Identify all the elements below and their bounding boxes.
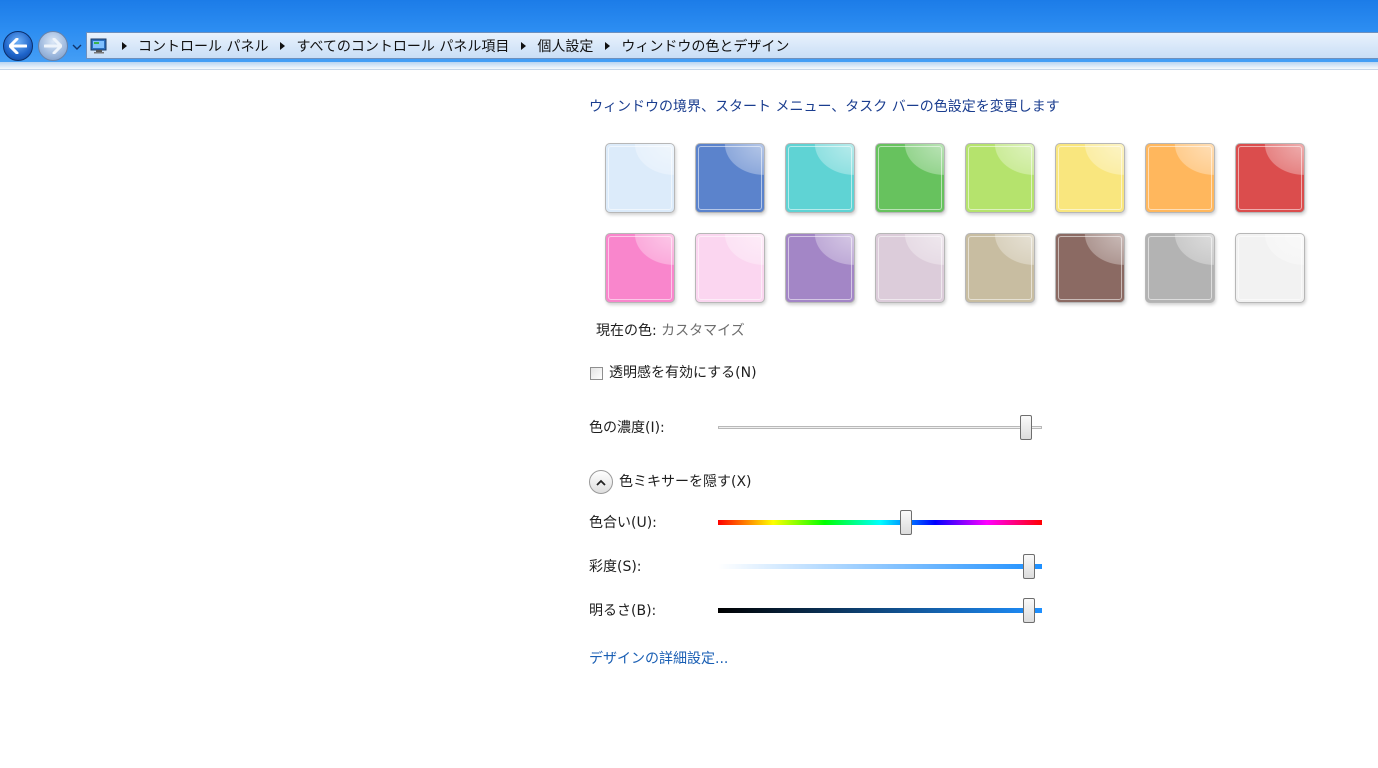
swatch-rim <box>608 146 672 210</box>
breadcrumb-item[interactable]: ウィンドウの色とデザイン <box>593 36 789 56</box>
current-color-value: カスタマイズ <box>661 323 745 339</box>
control-panel-icon <box>90 37 110 55</box>
breadcrumb-item[interactable]: すべてのコントロール パネル項目 <box>268 36 509 56</box>
swatch-rim <box>1238 146 1302 210</box>
chevron-down-icon <box>72 44 82 50</box>
forward-arrow-icon <box>44 38 62 54</box>
swatch-rim <box>878 236 942 300</box>
color-swatch[interactable] <box>785 233 855 303</box>
swatch-rim <box>968 146 1032 210</box>
advanced-appearance-link[interactable]: デザインの詳細設定... <box>589 648 728 668</box>
color-swatch[interactable] <box>1235 233 1305 303</box>
color-swatch[interactable] <box>1055 143 1125 213</box>
swatch-rim <box>698 146 762 210</box>
swatch-rim <box>1148 146 1212 210</box>
breadcrumb-label[interactable]: すべてのコントロール パネル項目 <box>296 36 509 56</box>
current-color-label: 現在の色: <box>596 323 657 339</box>
toolbar-divider <box>0 69 1378 70</box>
swatch-rim <box>878 146 942 210</box>
color-swatch[interactable] <box>875 233 945 303</box>
breadcrumb-label[interactable]: 個人設定 <box>537 36 593 56</box>
color-swatch[interactable] <box>695 143 765 213</box>
breadcrumb-arrow-icon[interactable] <box>521 41 527 50</box>
hue-slider-thumb[interactable] <box>900 510 912 535</box>
swatch-rim <box>1058 236 1122 300</box>
color-mixer-toggle-label[interactable]: 色ミキサーを隠す(X) <box>619 471 752 491</box>
swatch-rim <box>968 236 1032 300</box>
address-bar[interactable]: コントロール パネル すべてのコントロール パネル項目 個人設定 ウィンドウの色… <box>86 32 1378 59</box>
back-arrow-icon <box>9 38 27 54</box>
color-swatch[interactable] <box>1235 143 1305 213</box>
swatch-rim <box>788 146 852 210</box>
swatch-rim <box>788 236 852 300</box>
swatch-rim <box>608 236 672 300</box>
color-swatch[interactable] <box>785 143 855 213</box>
swatch-rim <box>1058 146 1122 210</box>
breadcrumb-item[interactable]: 個人設定 <box>509 36 593 56</box>
intensity-slider-thumb[interactable] <box>1020 415 1032 440</box>
recent-pages-button[interactable] <box>70 40 84 54</box>
color-mixer-toggle-button[interactable] <box>589 470 613 494</box>
swatch-rim <box>698 236 762 300</box>
color-swatch[interactable] <box>605 143 675 213</box>
swatch-rim <box>1238 236 1302 300</box>
transparency-label[interactable]: 透明感を有効にする(N) <box>609 362 757 382</box>
color-swatch[interactable] <box>695 233 765 303</box>
saturation-label: 彩度(S): <box>589 559 642 575</box>
saturation-slider-track[interactable] <box>718 564 1042 569</box>
breadcrumb-item[interactable]: コントロール パネル <box>110 36 268 56</box>
transparency-checkbox[interactable] <box>590 367 603 380</box>
color-swatch[interactable] <box>1145 233 1215 303</box>
color-swatch[interactable] <box>605 233 675 303</box>
chevron-up-icon <box>596 479 606 486</box>
hue-slider-track[interactable] <box>718 520 1042 525</box>
page-heading: ウィンドウの境界、スタート メニュー、タスク バーの色設定を変更します <box>589 99 1060 115</box>
color-swatch[interactable] <box>875 143 945 213</box>
intensity-slider-track[interactable] <box>718 426 1042 429</box>
forward-button[interactable] <box>38 31 68 61</box>
current-color-text: 現在の色: カスタマイズ <box>596 320 745 340</box>
breadcrumb-arrow-icon[interactable] <box>122 41 127 50</box>
breadcrumb-arrow-icon[interactable] <box>280 41 286 50</box>
breadcrumb-label[interactable]: コントロール パネル <box>138 36 268 56</box>
brightness-slider-thumb[interactable] <box>1023 598 1035 623</box>
color-swatch[interactable] <box>965 143 1035 213</box>
swatch-rim <box>1148 236 1212 300</box>
brightness-label: 明るさ(B): <box>589 603 657 619</box>
breadcrumb-arrow-icon[interactable] <box>605 41 611 50</box>
color-swatch[interactable] <box>965 233 1035 303</box>
color-swatch[interactable] <box>1055 233 1125 303</box>
hue-label: 色合い(U): <box>589 515 657 531</box>
brightness-slider-track[interactable] <box>718 608 1042 613</box>
color-swatch[interactable] <box>1145 143 1215 213</box>
back-button[interactable] <box>3 31 33 61</box>
intensity-label: 色の濃度(I): <box>589 420 665 436</box>
breadcrumb-label[interactable]: ウィンドウの色とデザイン <box>621 36 789 56</box>
saturation-slider-thumb[interactable] <box>1023 554 1035 579</box>
